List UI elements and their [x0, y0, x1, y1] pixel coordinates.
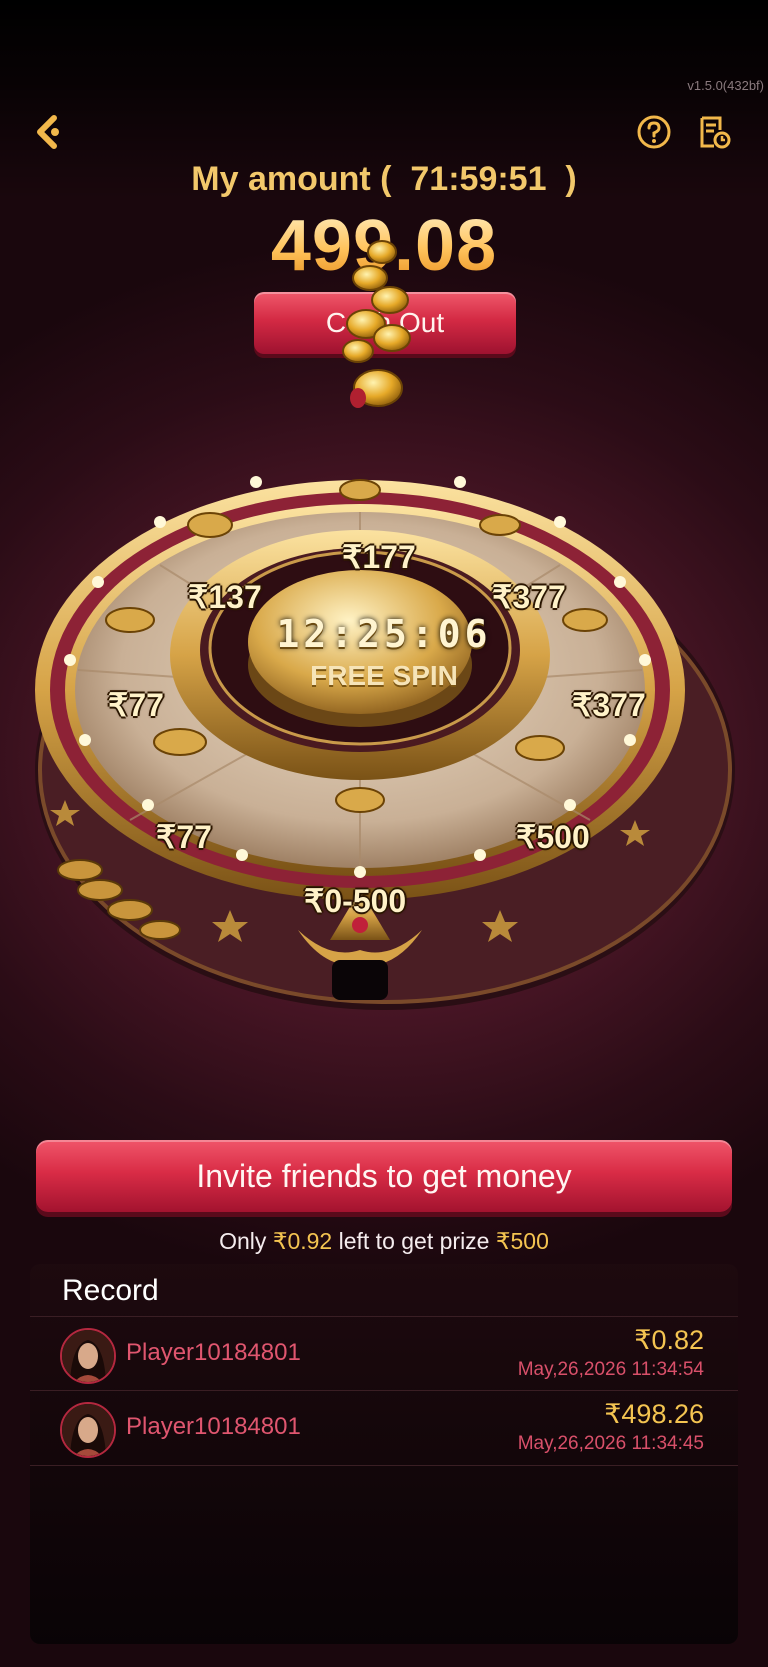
- question-circle-icon: [637, 115, 671, 149]
- prize-progress-hint: Only ₹0.92 left to get prize ₹500: [0, 1228, 768, 1255]
- prize-left: ₹77: [108, 687, 164, 723]
- record-amount: ₹498.26: [604, 1399, 704, 1429]
- falling-coins-icon: [342, 240, 411, 408]
- hint-prize-amount: ₹500: [495, 1228, 549, 1254]
- spin-page: v1.5.0(432bf) My amount ( 71:59:51 ) 499…: [0, 0, 768, 1667]
- spin-timer: 12:25:06: [276, 612, 492, 656]
- record-time: May,26,2026 11:34:45: [517, 1433, 704, 1454]
- prize-top-left: ₹137: [188, 579, 262, 615]
- version-label: v1.5.0(432bf): [687, 78, 764, 93]
- prize-right: ₹377: [572, 687, 646, 723]
- record-title: Record: [62, 1274, 159, 1307]
- record-row: Player10184801 ₹498.26 May,26,2026 11:34…: [30, 1390, 738, 1466]
- history-button[interactable]: [696, 114, 732, 150]
- prize-top: ₹177: [342, 539, 416, 575]
- record-history-icon: [700, 116, 731, 149]
- my-amount-label: My amount ( 71:59:51 ): [191, 160, 577, 198]
- back-button[interactable]: [30, 112, 70, 152]
- prize-top-right: ₹377: [492, 579, 566, 615]
- prize-bottom: ₹0-500: [304, 883, 407, 919]
- prize-bottom-left: ₹77: [156, 819, 212, 855]
- player-name: Player10184801: [126, 1339, 301, 1366]
- player-avatar-icon: [62, 1404, 114, 1456]
- record-panel: Record Player10184801 ₹0.82 May,26,2026 …: [30, 1264, 738, 1644]
- record-amount: ₹0.82: [634, 1325, 704, 1355]
- player-avatar-icon: [62, 1330, 114, 1382]
- hint-middle: left to get prize: [332, 1228, 496, 1254]
- hint-remaining-amount: ₹0.92: [272, 1228, 333, 1254]
- player-name: Player10184801: [126, 1413, 301, 1440]
- hint-prefix: Only: [219, 1228, 273, 1254]
- avatar: [60, 1402, 116, 1458]
- record-time: May,26,2026 11:34:54: [517, 1359, 704, 1380]
- record-row: Player10184801 ₹0.82 May,26,2026 11:34:5…: [30, 1316, 738, 1391]
- prize-bottom-right: ₹500: [516, 819, 590, 855]
- help-button[interactable]: [636, 114, 672, 150]
- avatar: [60, 1328, 116, 1384]
- back-arrow-icon: [37, 115, 59, 149]
- invite-friends-button[interactable]: Invite friends to get money: [36, 1140, 732, 1212]
